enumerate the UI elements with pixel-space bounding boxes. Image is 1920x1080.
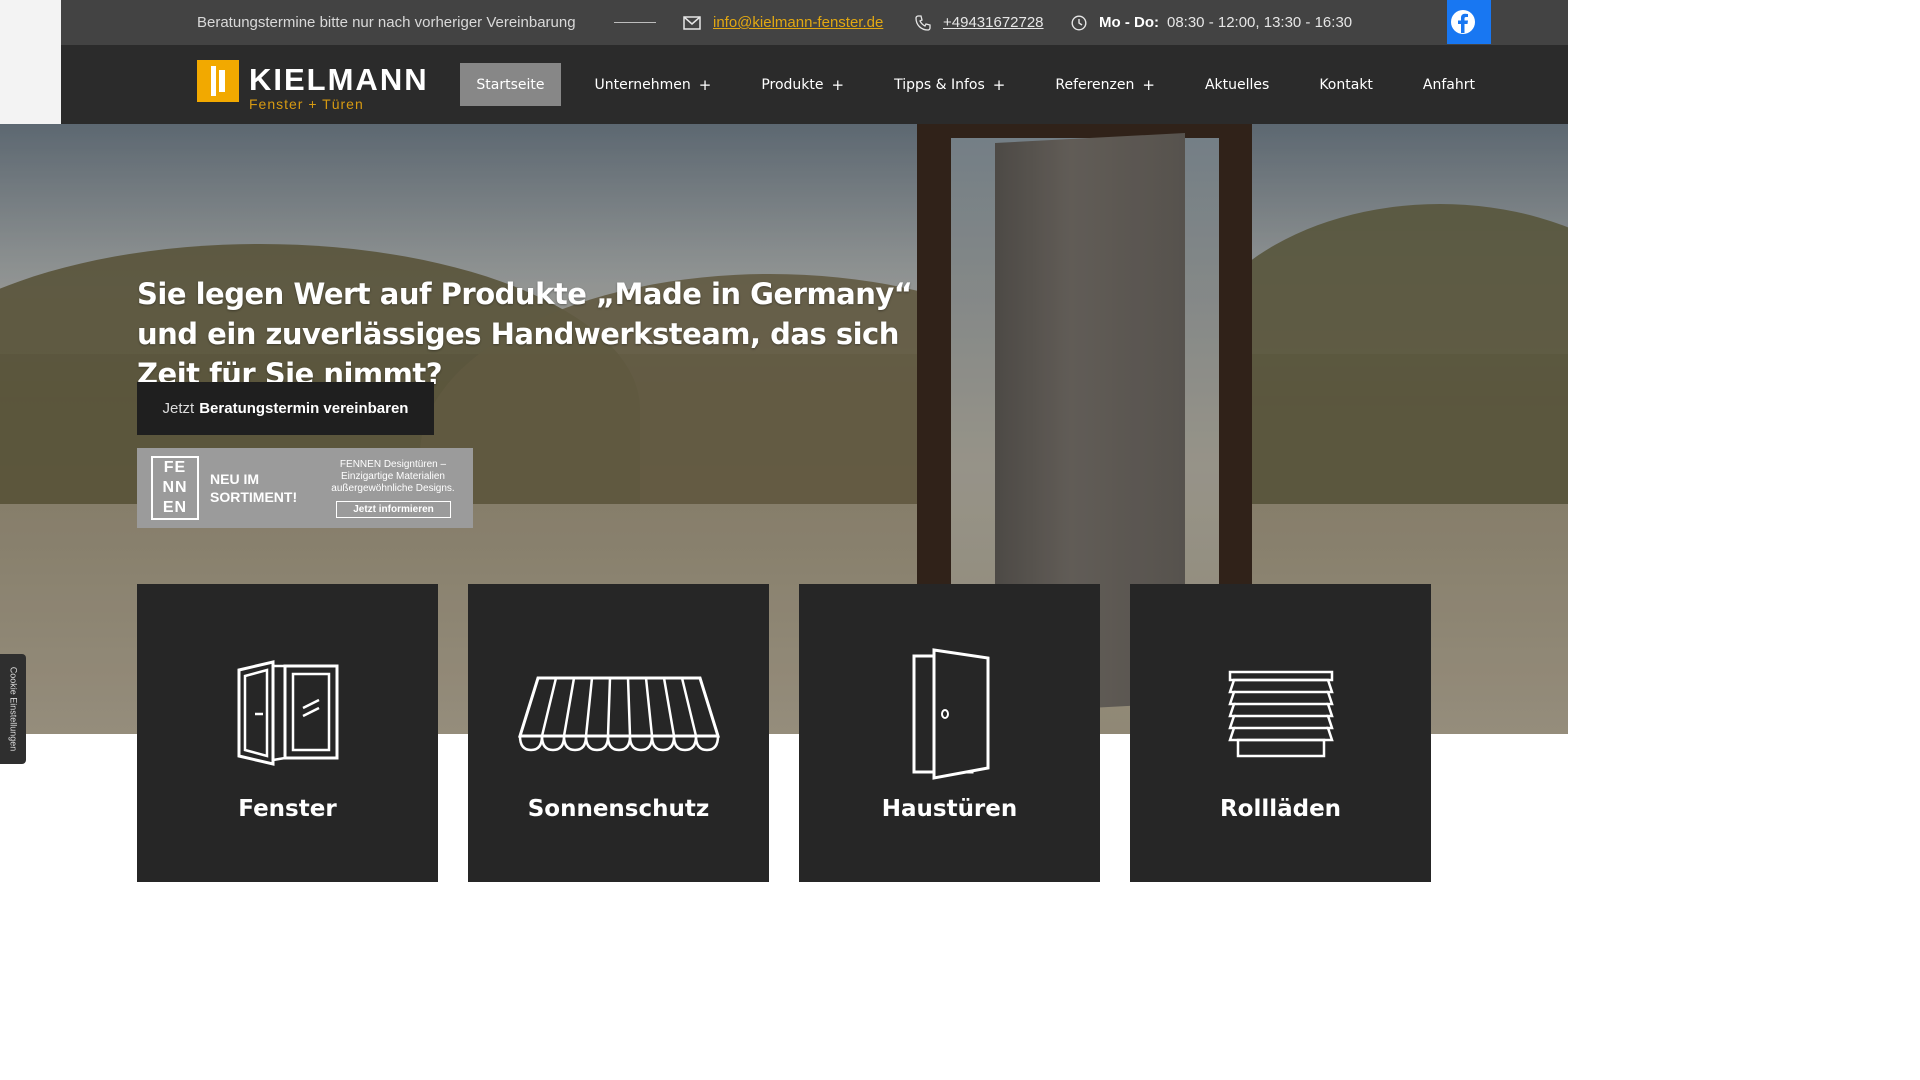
card-rolllaeden[interactable]: Rollläden: [1130, 584, 1431, 882]
nav-label: Anfahrt: [1422, 76, 1475, 93]
card-label: Sonnenschutz: [527, 796, 710, 822]
window-icon: [237, 660, 338, 766]
phone-contact: +49431672728: [915, 0, 1044, 45]
divider-line: [614, 22, 656, 23]
nav-item-kontakt[interactable]: Kontakt: [1303, 63, 1389, 106]
card-haustueren[interactable]: Haustüren: [799, 584, 1100, 882]
nav-label: Tipps & Infos: [894, 76, 985, 93]
card-fenster[interactable]: Fenster: [137, 584, 438, 882]
hours-value: 08:30 - 12:00, 13:30 - 16:30: [1166, 14, 1353, 31]
book-consultation-button[interactable]: Jetzt Beratungstermin vereinbaren: [137, 382, 434, 435]
nav-item-startseite[interactable]: Startseite: [460, 63, 561, 106]
expand-icon: +: [698, 75, 712, 94]
nav-item-tipps-infos[interactable]: Tipps & Infos +: [878, 63, 1021, 106]
cta-prefix: Jetzt: [162, 400, 195, 417]
opening-hours: Mo - Do: 08:30 - 12:00, 13:30 - 16:30: [1071, 0, 1352, 45]
nav-label: Aktuelles: [1204, 76, 1270, 93]
nav-item-produkte[interactable]: Produkte +: [745, 63, 860, 106]
clock-icon: [1071, 14, 1087, 31]
fennen-logo: FE NN EN: [151, 456, 199, 520]
logo-name: KIELMANN: [249, 62, 429, 97]
logo-mark-icon: [197, 60, 239, 102]
cookie-settings-button[interactable]: Cookie Einstellungen: [0, 654, 26, 764]
company-logo[interactable]: KIELMANN Fenster + Türen: [197, 60, 429, 112]
cookie-settings-label: Cookie Einstellungen: [8, 666, 18, 752]
nav-item-referenzen[interactable]: Referenzen +: [1039, 63, 1171, 106]
email-link[interactable]: info@kielmann-fenster.de: [713, 14, 883, 31]
hours-label: Mo - Do:: [1099, 14, 1159, 31]
hero-headline: Sie legen Wert auf Produkte „Made in Ger…: [137, 277, 913, 391]
card-label: Haustüren: [881, 796, 1018, 822]
main-header: KIELMANN Fenster + Türen Startseite Unte…: [61, 45, 1568, 124]
facebook-icon: [1451, 10, 1475, 34]
header-gutter: [0, 0, 61, 124]
card-label: Rollläden: [1219, 796, 1342, 822]
nav-label: Kontakt: [1319, 76, 1373, 93]
awning-icon: [517, 676, 720, 752]
nav-label: Startseite: [476, 76, 545, 93]
phone-icon: [915, 14, 931, 31]
nav-label: Produkte: [761, 76, 824, 93]
nav-item-unternehmen[interactable]: Unternehmen +: [579, 63, 728, 106]
expand-icon: +: [831, 75, 845, 94]
promo-description: FENNEN Designtüren – Einzigartige Materi…: [331, 459, 455, 494]
logo-tagline: Fenster + Türen: [249, 96, 364, 112]
mail-icon: [683, 15, 701, 30]
main-navigation: Startseite Unternehmen + Produkte + Tipps …: [460, 45, 1568, 124]
facebook-button[interactable]: [1447, 0, 1491, 44]
nav-label: Referenzen: [1055, 76, 1135, 93]
card-sonnenschutz[interactable]: Sonnenschutz: [468, 584, 769, 882]
expand-icon: +: [1142, 75, 1155, 94]
front-door-icon: [912, 648, 989, 780]
phone-link[interactable]: +49431672728: [943, 14, 1044, 31]
nav-item-anfahrt[interactable]: Anfahrt: [1407, 63, 1491, 106]
top-info-bar: Beratungstermine bitte nur nach vorherig…: [61, 0, 1568, 45]
appointment-note: Beratungstermine bitte nur nach vorherig…: [197, 14, 576, 31]
nav-item-aktuelles[interactable]: Aktuelles: [1189, 63, 1285, 106]
nav-label: Unternehmen: [594, 76, 691, 93]
email-contact: info@kielmann-fenster.de: [683, 0, 883, 45]
roller-shutter-icon: [1227, 670, 1334, 758]
product-cards: Fenster Sonnenschutz Haustüren Rollläden: [137, 584, 1431, 882]
promo-headline: NEU IM SORTIMENT!: [210, 471, 298, 505]
promo-info-button[interactable]: Jetzt informieren: [336, 501, 451, 518]
fennen-promo-banner[interactable]: FE NN EN NEU IM SORTIMENT! FENNEN Design…: [137, 448, 473, 528]
expand-icon: +: [992, 75, 1006, 94]
cta-label: Beratungstermin vereinbaren: [199, 400, 409, 417]
card-label: Fenster: [238, 796, 337, 822]
